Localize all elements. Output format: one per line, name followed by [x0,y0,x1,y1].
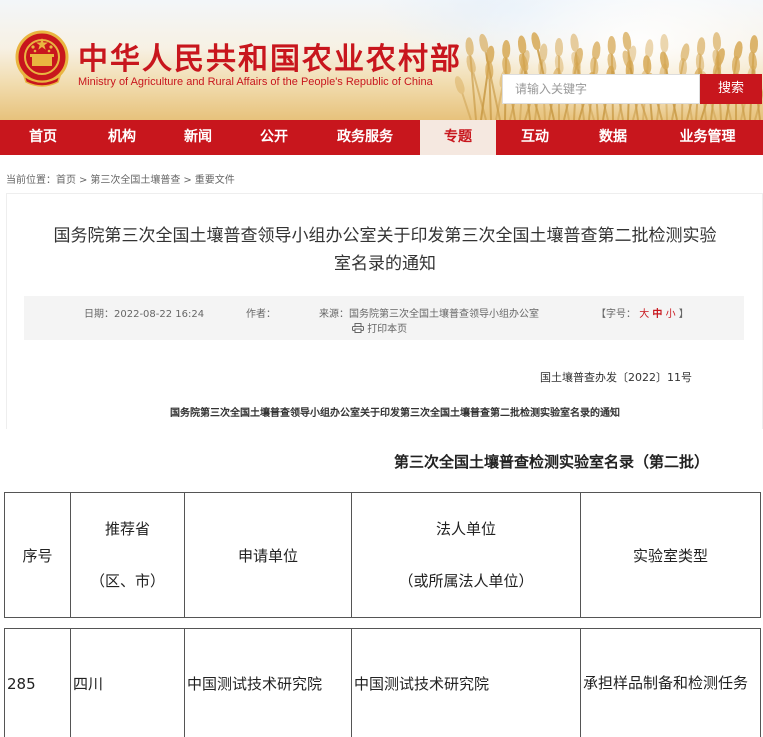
nav-item-topics[interactable]: 专题 [420,120,496,155]
nav-item-organization[interactable]: 机构 [86,120,158,155]
nav-item-data[interactable]: 数据 [574,120,652,155]
nav-item-public[interactable]: 公开 [238,120,310,155]
print-label: 打印本页 [367,324,408,335]
font-size-control: 【字号： 大 中 小 】 [596,305,689,320]
document-number: 国土壤普查办发〔2022〕11号 [540,371,692,384]
header-applicant: 申请单位 [184,492,352,618]
font-size-small[interactable]: 小 [666,309,676,320]
breadcrumb-separator: > [183,175,192,186]
header-lab-type: 实验室类型 [580,492,761,618]
table-row: 285 四川 中国测试技术研究院 中国测试技术研究院 承担样品制备和检测任务 [4,628,761,737]
table-body: 285 四川 中国测试技术研究院 中国测试技术研究院 承担样品制备和检测任务 [4,628,761,737]
nav-item-interaction[interactable]: 互动 [496,120,574,155]
article-title-line: 室名录的通知 [334,254,436,274]
header-province: 推荐省 （区、市） [70,492,185,618]
article-sub-heading: 国务院第三次全国土壤普查领导小组办公室关于印发第三次全国土壤普查第二批检测实验室… [170,408,620,419]
font-size-label: 【字号： [596,309,636,320]
table-header: 序号 推荐省 （区、市） 申请单位 法人单位 （或所属法人单位） 实验室类型 [4,492,761,618]
print-button[interactable]: 打印本页 [352,320,407,335]
breadcrumb-prefix: 当前位置： [6,175,56,186]
author-label: 作者： [246,309,276,320]
printer-icon [352,323,364,333]
article-meta-bar: 日期：2022-08-22 16:24 作者： 来源：国务院第三次全国土壤普查领… [24,296,744,340]
main-nav: 首页 机构 新闻 公开 政务服务 专题 互动 数据 业务管理 [0,120,763,155]
cell-legal-entity: 中国测试技术研究院 [351,628,581,737]
header-province-line2: （区、市） [89,572,165,590]
breadcrumb-home[interactable]: 首页 [56,175,76,186]
search-input[interactable]: 请输入关键字 [502,74,700,104]
search-button[interactable]: 搜索 [700,74,762,104]
cell-province: 四川 [70,628,185,737]
article-title-line: 国务院第三次全国土壤普查领导小组办公室关于印发第三次全国土壤普查第二批检测实验 [53,226,717,246]
header-index: 序号 [4,492,71,618]
header-legal-entity: 法人单位 （或所属法人单位） [351,492,581,618]
nav-item-government-services[interactable]: 政务服务 [310,120,420,155]
cell-lab-type: 承担样品制备和检测任务 [580,628,761,737]
table-caption: 第三次全国土壤普查检测实验室名录（第二批） [394,453,710,471]
cell-applicant: 中国测试技术研究院 [184,628,352,737]
font-size-end: 】 [678,309,689,320]
site-title: 中华人民共和国农业农村部 [78,42,462,77]
breadcrumb: 当前位置：首页 > 第三次全国土壤普查 > 重要文件 [6,171,235,186]
site-title-english: Ministry of Agriculture and Rural Affair… [78,76,433,88]
header-legal-line2: （或所属法人单位） [398,572,534,590]
font-size-medium[interactable]: 中 [652,309,662,320]
breadcrumb-soil-census[interactable]: 第三次全国土壤普查 [90,175,180,186]
wheat-stalk [460,91,472,120]
source-label: 来源：国务院第三次全国土壤普查领导小组办公室 [319,309,539,320]
table-header-row: 序号 推荐省 （区、市） 申请单位 法人单位 （或所属法人单位） 实验室类型 [4,492,761,618]
header-province-line1: 推荐省 [104,520,150,538]
nav-item-business-management[interactable]: 业务管理 [652,120,763,155]
header-legal-line1: 法人单位 [435,520,496,538]
article-title: 国务院第三次全国土壤普查领导小组办公室关于印发第三次全国土壤普查第二批检测实验 … [20,222,750,278]
site-header: 中华人民共和国农业农村部 Ministry of Agriculture and… [0,0,763,120]
publish-date: 日期：2022-08-22 16:24 [84,309,205,320]
cell-index: 285 [4,628,71,737]
font-size-large[interactable]: 大 [639,309,649,320]
nav-item-home[interactable]: 首页 [0,120,86,155]
nav-item-news[interactable]: 新闻 [158,120,238,155]
breadcrumb-separator: > [79,175,88,186]
national-emblem-icon [15,30,69,87]
breadcrumb-important-docs[interactable]: 重要文件 [195,175,235,186]
